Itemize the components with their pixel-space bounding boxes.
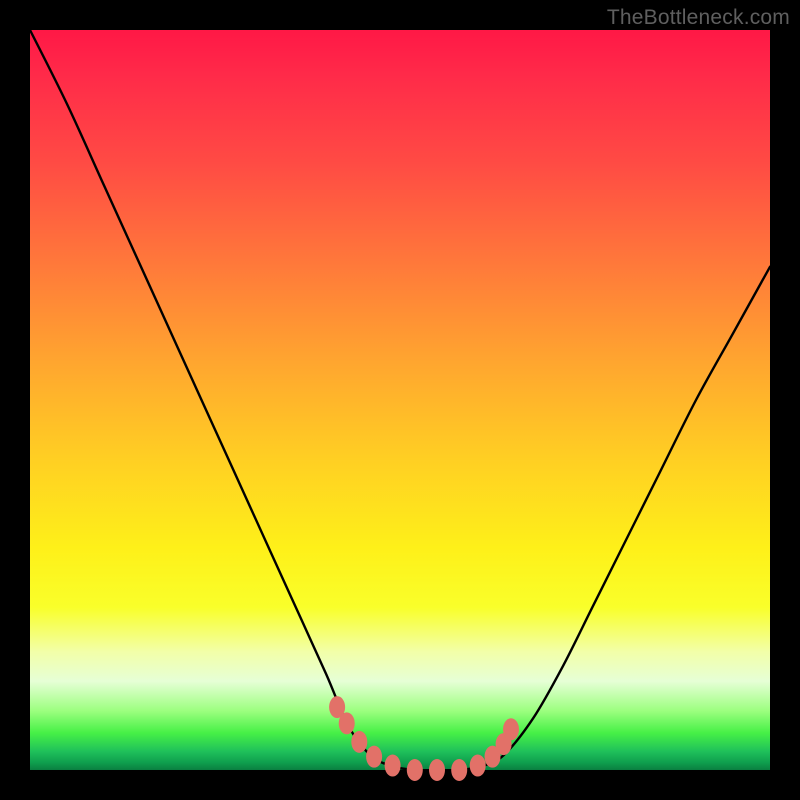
curve-marker (366, 746, 382, 768)
chart-frame: TheBottleneck.com (0, 0, 800, 800)
curve-marker (339, 712, 355, 734)
curve-marker (351, 731, 367, 753)
curve-marker (385, 755, 401, 777)
curve-marker (470, 755, 486, 777)
curve-marker (407, 759, 423, 781)
bottleneck-curve (30, 30, 770, 770)
curve-marker (503, 718, 519, 740)
plot-area (30, 30, 770, 770)
curve-layer (30, 30, 770, 770)
curve-marker (451, 759, 467, 781)
watermark-text: TheBottleneck.com (607, 6, 790, 30)
curve-markers (329, 696, 519, 781)
curve-marker (429, 759, 445, 781)
